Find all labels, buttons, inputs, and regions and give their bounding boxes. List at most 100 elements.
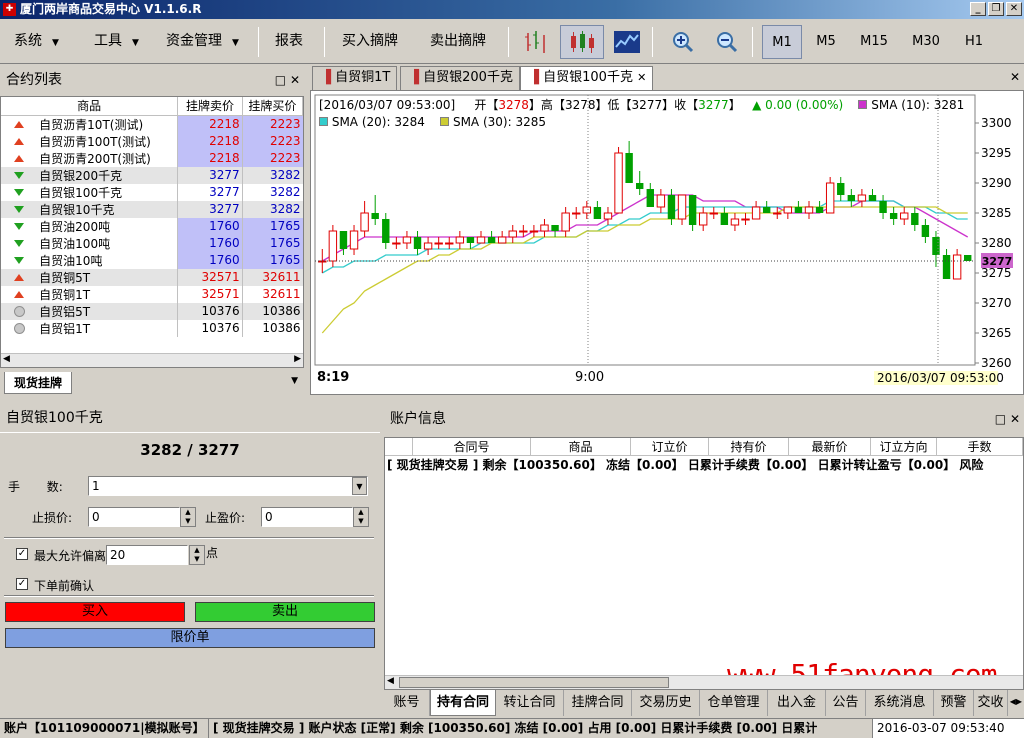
limit-order-button[interactable]: 限价单 <box>5 628 375 648</box>
stop-loss-stepper[interactable]: ▲ ▼ <box>180 507 196 527</box>
tab-spot-listing[interactable]: 现货挂牌 <box>4 372 72 394</box>
buy-button[interactable]: 买入 <box>5 602 185 622</box>
table-row[interactable]: 自贸铝1T 10376 10386 <box>1 319 303 337</box>
col-product[interactable]: 商品 <box>531 438 631 456</box>
bar-chart-icon[interactable] <box>518 25 552 59</box>
status-account: 账户【101109000071|模拟账号】 <box>4 721 205 735</box>
zoom-in-icon[interactable] <box>666 25 700 59</box>
chevron-down-icon[interactable]: ▼ <box>352 477 367 495</box>
menu-funds[interactable]: 资金管理 ▼ <box>166 19 239 64</box>
x-label-mid: 9:00 <box>575 370 604 385</box>
menu-system[interactable]: 系统 ▼ <box>14 19 59 64</box>
tab-listings[interactable]: 挂牌合同 <box>564 690 632 716</box>
tab-chart-silver-100kg[interactable]: ▐ 自贸银100千克 ✕ <box>520 66 654 91</box>
timeframe-m5[interactable]: M5 <box>806 25 846 59</box>
close-icon[interactable]: ✕ <box>1010 412 1020 426</box>
horizontal-scrollbar[interactable]: ◀ <box>385 675 1023 689</box>
buy-price: 3282 <box>241 183 303 201</box>
buy-price: 1765 <box>241 234 303 252</box>
timeframe-m1[interactable]: M1 <box>762 25 802 59</box>
table-row[interactable]: 自贸铜1T 32571 32611 <box>1 285 303 303</box>
table-row[interactable]: 自贸沥青200T(测试) 2218 2223 <box>1 149 303 167</box>
scroll-left-icon[interactable]: ◀ <box>3 354 10 364</box>
zoom-out-icon[interactable] <box>710 25 744 59</box>
table-row[interactable]: 自贸沥青100T(测试) 2218 2223 <box>1 132 303 150</box>
candle-body <box>677 194 687 220</box>
tab-warehouse[interactable]: 仓单管理 <box>700 690 768 716</box>
timeframe-h1[interactable]: H1 <box>954 25 994 59</box>
tab-messages[interactable]: 系统消息 <box>866 690 934 716</box>
close-icon[interactable]: ✕ <box>637 71 646 84</box>
tab-history[interactable]: 交易历史 <box>632 690 700 716</box>
minimize-button[interactable]: _ <box>970 2 986 16</box>
quantity-select[interactable]: 1 <box>88 476 368 496</box>
tab-holdings[interactable]: 持有合同 <box>430 690 496 716</box>
table-row[interactable]: 自贸银200千克 3277 3282 <box>1 166 303 184</box>
tab-label: 自贸铜1T <box>335 70 391 85</box>
col-latest-price[interactable]: 最新价 <box>789 438 871 456</box>
price-chart[interactable]: 3300 3295 3290 3285 3280 3275 3270 3265 3260 327… <box>310 90 1024 395</box>
table-row[interactable]: 自贸铜5T 32571 32611 <box>1 268 303 286</box>
close-icon[interactable]: ✕ <box>290 73 300 87</box>
chevron-down-icon[interactable]: ▼ <box>291 376 298 386</box>
window-title: 厦门两岸商品交易中心 V1.1.6.R <box>20 2 202 16</box>
sell-button[interactable]: 卖出 <box>195 602 375 622</box>
timeframe-m30[interactable]: M30 <box>906 25 946 59</box>
tab-chart-silver-200kg[interactable]: ▐ 自贸银200千克 <box>400 66 520 90</box>
table-row[interactable]: 自贸沥青10T(测试) 2218 2223 <box>1 115 303 133</box>
table-row[interactable]: 自贸铝5T 10376 10386 <box>1 302 303 320</box>
menu-tools-label: 工具 <box>94 33 122 49</box>
tab-notice[interactable]: 公告 <box>826 690 866 716</box>
line-chart-icon[interactable] <box>610 25 644 59</box>
menu-tools[interactable]: 工具 ▼ <box>94 19 139 64</box>
tab-transfer[interactable]: 转让合同 <box>496 690 564 716</box>
tab-chart-copper-1t[interactable]: ▐ 自贸铜1T <box>312 66 398 90</box>
restore-icon[interactable]: □ <box>995 412 1006 426</box>
sell-list-button[interactable]: 卖出摘牌 <box>430 19 486 64</box>
table-row[interactable]: 自贸银10千克 3277 3282 <box>1 200 303 218</box>
take-profit-input[interactable]: 0 <box>261 507 353 527</box>
deviation-checkbox[interactable]: ✓ <box>16 548 28 560</box>
tab-deposit[interactable]: 出入金 <box>768 690 826 716</box>
col-product[interactable]: 商品 <box>1 97 179 116</box>
deviation-stepper[interactable]: ▲ ▼ <box>189 545 205 565</box>
close-button[interactable]: ✕ <box>1006 2 1022 16</box>
take-profit-stepper[interactable]: ▲ ▼ <box>353 507 369 527</box>
contracts-bottom-bar: 现货挂牌 ▼ <box>0 370 304 396</box>
maximize-button[interactable]: ❐ <box>988 2 1004 16</box>
buy-list-button[interactable]: 买入摘牌 <box>342 19 398 64</box>
deviation-input[interactable]: 20 <box>106 545 188 565</box>
stop-loss-input[interactable]: 0 <box>88 507 180 527</box>
tab-delivery[interactable]: 交收 <box>974 690 1008 716</box>
scroll-left-icon[interactable]: ◀ <box>387 676 394 686</box>
col-hold-price[interactable]: 持有价 <box>709 438 789 456</box>
tab-scroll-icon[interactable]: ◀▶ <box>1010 697 1022 706</box>
report-button[interactable]: 报表 <box>275 19 303 64</box>
tab-account[interactable]: 账号 <box>384 690 430 716</box>
candle-body <box>815 207 824 213</box>
horizontal-scrollbar[interactable]: ◀ ▶ <box>1 353 303 367</box>
col-contract-no[interactable]: 合同号 <box>413 438 531 456</box>
col-buy-price[interactable]: 挂牌买价 <box>242 97 304 116</box>
table-row[interactable]: 自贸油200吨 1760 1765 <box>1 217 303 235</box>
sell-price: 2218 <box>177 149 243 167</box>
candle-body <box>455 236 465 244</box>
table-row[interactable]: 自贸油10吨 1760 1765 <box>1 251 303 269</box>
chart-tabs: ▐ 自贸铜1T ▐ 自贸银200千克 ▐ 自贸银100千克 ✕ ✕ <box>310 66 1024 91</box>
timeframe-m15[interactable]: M15 <box>854 25 894 59</box>
col-sell-price[interactable]: 挂牌卖价 <box>177 97 243 116</box>
table-row[interactable]: 自贸银100千克 3277 3282 <box>1 183 303 201</box>
confirm-checkbox[interactable]: ✓ <box>16 578 28 590</box>
col-lots[interactable]: 手数 <box>937 438 1023 456</box>
candlestick-icon[interactable] <box>560 25 604 59</box>
restore-icon[interactable]: □ <box>275 73 286 87</box>
scroll-right-icon[interactable]: ▶ <box>294 354 301 364</box>
col-open-price[interactable]: 订立价 <box>631 438 709 456</box>
candle-body <box>339 231 348 249</box>
table-row[interactable]: 自贸油100吨 1760 1765 <box>1 234 303 252</box>
col-direction[interactable]: 订立方向 <box>871 438 937 456</box>
tab-alerts[interactable]: 预警 <box>934 690 974 716</box>
scrollbar-thumb[interactable] <box>399 677 669 688</box>
close-icon[interactable]: ✕ <box>1010 70 1020 84</box>
candlestick-chart[interactable]: 3300 3295 3290 3285 3280 3275 3270 3265 3260 327… <box>311 91 1023 394</box>
